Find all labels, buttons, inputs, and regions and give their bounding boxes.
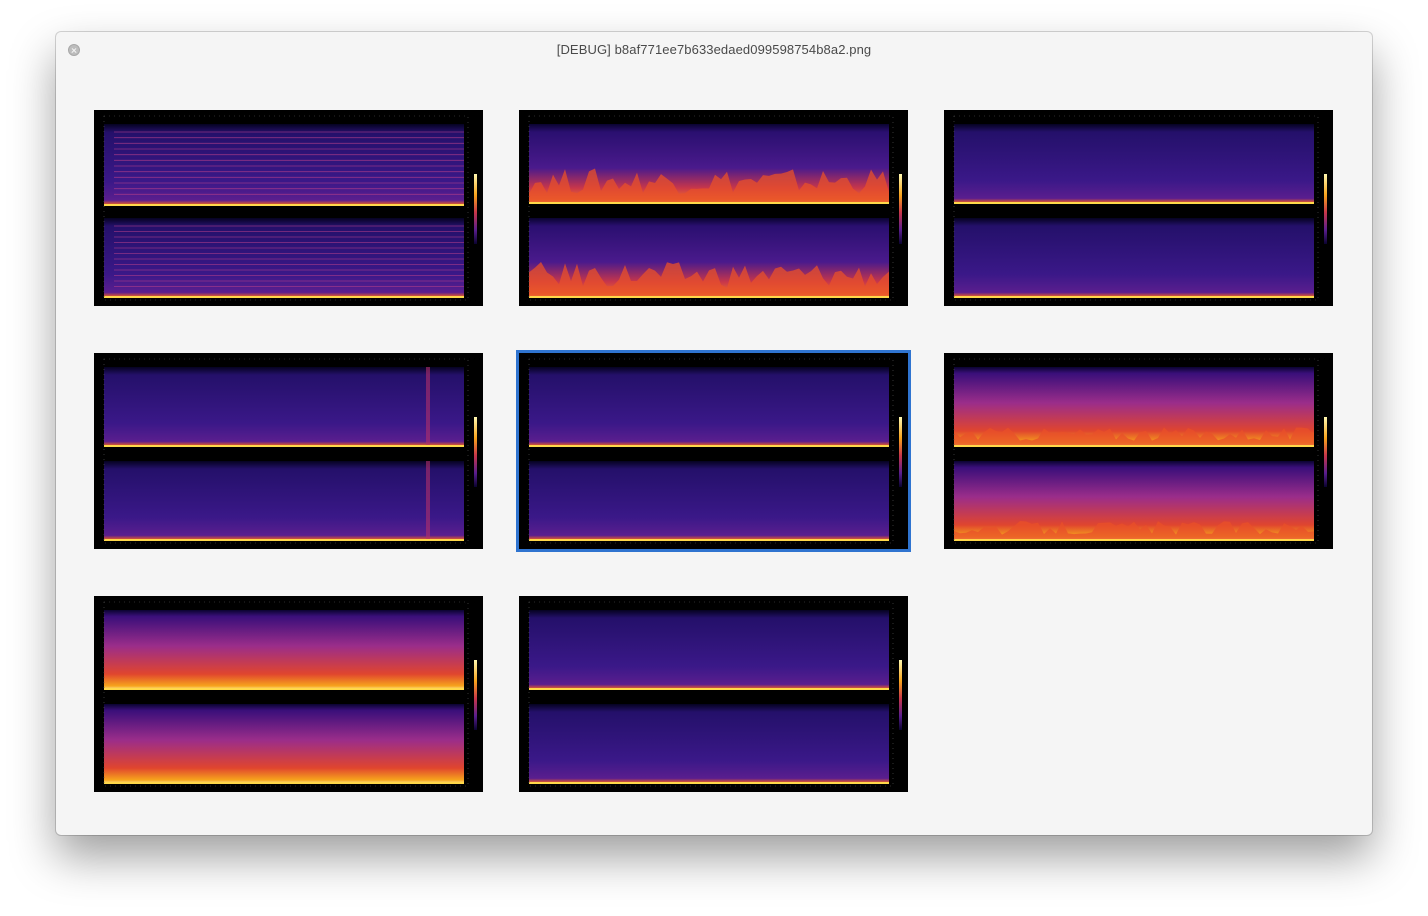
spectrogram-image [103, 115, 477, 301]
spectrogram-thumbnail[interactable] [94, 596, 483, 792]
color-scale-bar [1324, 417, 1327, 487]
spectrogram-thumbnail[interactable] [519, 596, 908, 792]
spectrogram-image [103, 601, 477, 787]
color-scale-bar [899, 174, 902, 244]
window-title: [DEBUG] b8af771ee7b633edaed099598754b8a2… [556, 42, 872, 57]
title-bar[interactable]: [DEBUG] b8af771ee7b633edaed099598754b8a2… [56, 32, 1372, 66]
spectrogram-thumbnail[interactable] [944, 110, 1333, 306]
spectrogram-thumbnail[interactable] [944, 353, 1333, 549]
spectrogram-thumbnail[interactable] [94, 110, 483, 306]
color-scale-bar [474, 417, 477, 487]
color-scale-bar [899, 417, 902, 487]
color-scale-bar [474, 174, 477, 244]
spectrogram-image [528, 601, 902, 787]
spectrogram-thumbnail[interactable] [94, 353, 483, 549]
preview-window: [DEBUG] b8af771ee7b633edaed099598754b8a2… [56, 32, 1372, 835]
color-scale-bar [899, 660, 902, 730]
spectrogram-image [528, 115, 902, 301]
spectrogram-image [103, 358, 477, 544]
spectrogram-thumbnail[interactable] [519, 110, 908, 306]
spectrogram-image [953, 358, 1327, 544]
spectrogram-thumbnail[interactable] [519, 353, 908, 549]
spectrogram-image [528, 358, 902, 544]
color-scale-bar [474, 660, 477, 730]
color-scale-bar [1324, 174, 1327, 244]
spectrogram-image [953, 115, 1327, 301]
